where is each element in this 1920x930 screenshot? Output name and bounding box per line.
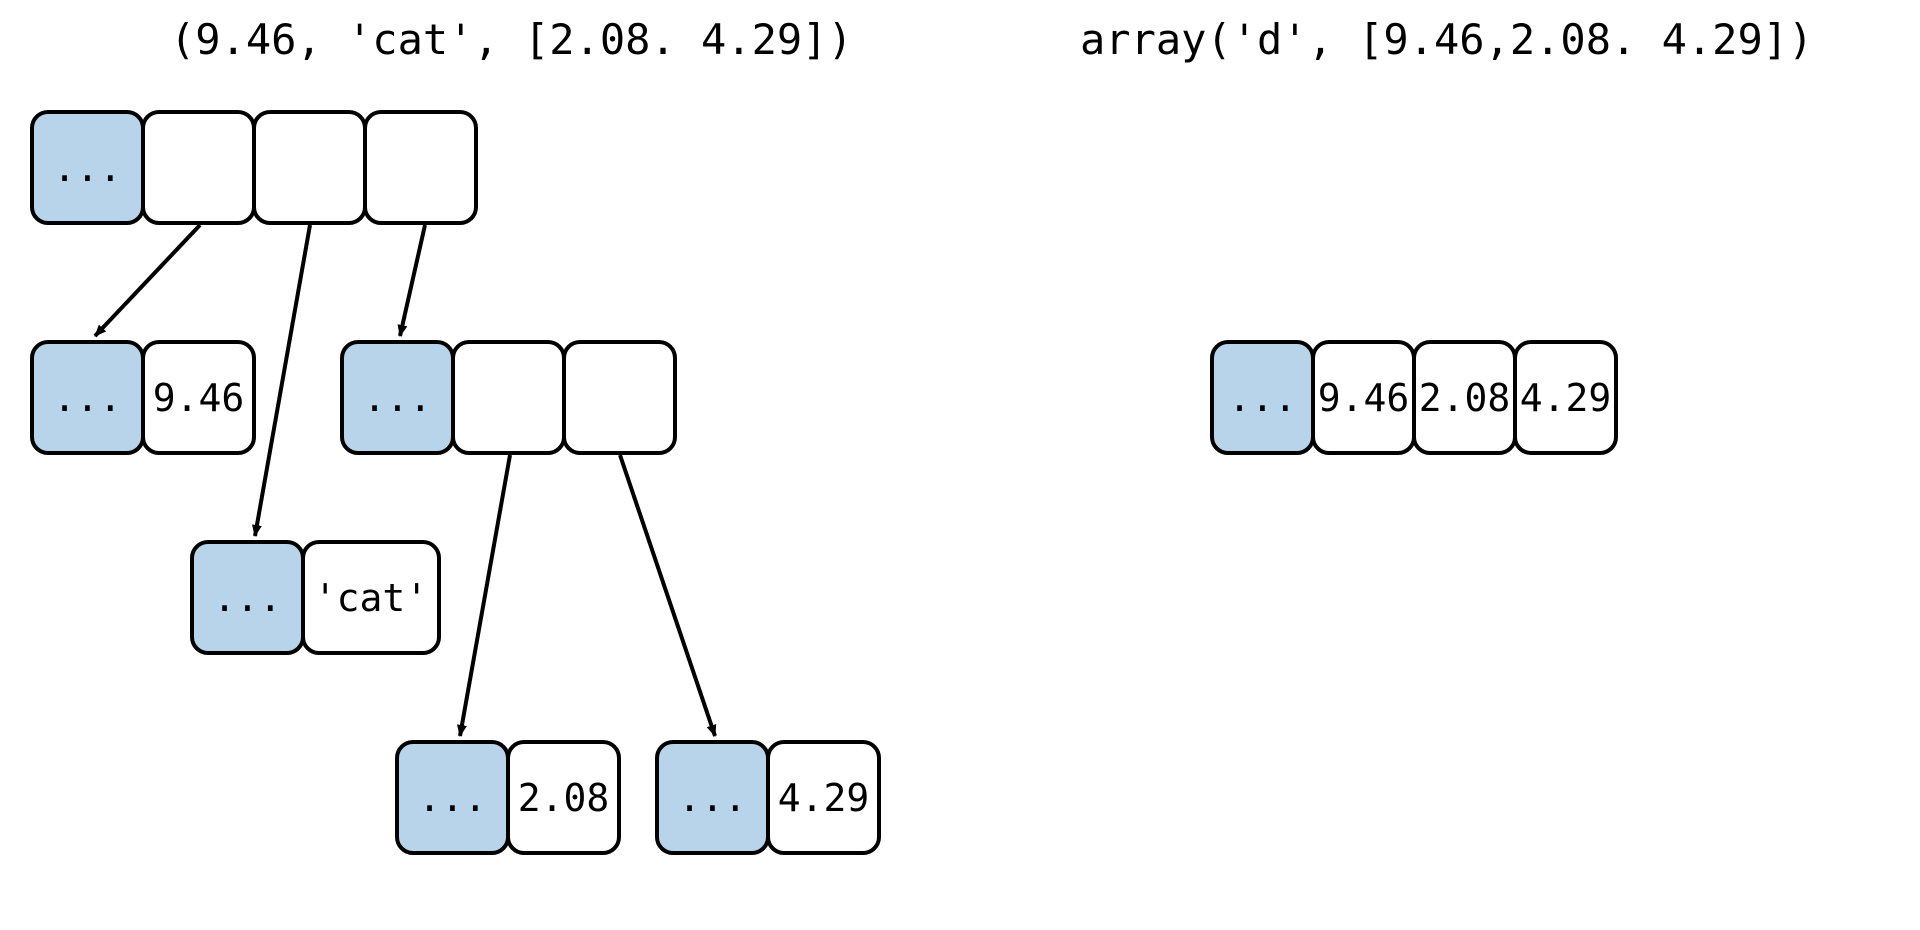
list-object-header: ... bbox=[340, 340, 455, 455]
arrow-list-to-item0 bbox=[460, 455, 510, 736]
tuple-ptr-1 bbox=[252, 110, 367, 225]
str-object-header: ... bbox=[190, 540, 305, 655]
float-object-0: ... 9.46 bbox=[30, 340, 256, 455]
list-ptr-0 bbox=[451, 340, 566, 455]
tuple-header-cell: ... bbox=[30, 110, 145, 225]
tuple-pointer-array: ... bbox=[30, 110, 478, 225]
list-item-1-header: ... bbox=[655, 740, 770, 855]
array-value-2: 4.29 bbox=[1513, 340, 1618, 455]
tuple-ptr-0 bbox=[141, 110, 256, 225]
array-header-cell: ... bbox=[1210, 340, 1315, 455]
arrow-tuple-to-float bbox=[95, 225, 200, 336]
list-item-1: ... 4.29 bbox=[655, 740, 881, 855]
array-value-0: 9.46 bbox=[1311, 340, 1416, 455]
arrow-tuple-to-list bbox=[400, 225, 425, 336]
list-item-1-value: 4.29 bbox=[766, 740, 881, 855]
float-object-0-header: ... bbox=[30, 340, 145, 455]
list-object: ... bbox=[340, 340, 677, 455]
array-contiguous: ... 9.46 2.08 4.29 bbox=[1210, 340, 1618, 455]
array-caption: array('d', [9.46,2.08. 4.29]) bbox=[1080, 15, 1813, 64]
tuple-caption: (9.46, 'cat', [2.08. 4.29]) bbox=[170, 15, 853, 64]
list-ptr-1 bbox=[562, 340, 677, 455]
tuple-ptr-2 bbox=[363, 110, 478, 225]
list-item-0-value: 2.08 bbox=[506, 740, 621, 855]
list-item-0: ... 2.08 bbox=[395, 740, 621, 855]
str-object: ... 'cat' bbox=[190, 540, 441, 655]
str-object-value: 'cat' bbox=[301, 540, 441, 655]
arrow-tuple-to-str bbox=[255, 225, 310, 536]
arrow-list-to-item1 bbox=[620, 455, 715, 736]
array-value-1: 2.08 bbox=[1412, 340, 1517, 455]
list-item-0-header: ... bbox=[395, 740, 510, 855]
float-object-0-value: 9.46 bbox=[141, 340, 256, 455]
